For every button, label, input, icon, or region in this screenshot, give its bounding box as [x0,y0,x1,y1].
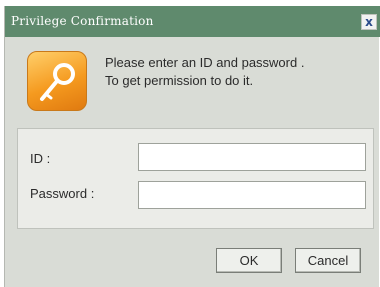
credentials-form: ID : Password : [17,128,374,229]
key-icon [27,51,87,111]
password-input[interactable] [138,181,366,209]
message-line-1: Please enter an ID and password . [105,55,305,70]
window-title: Privilege Confirmation [11,14,154,28]
close-button[interactable]: x [361,14,377,30]
instruction-message: Please enter an ID and password . To get… [105,54,304,90]
id-label: ID : [30,151,51,166]
privilege-confirmation-dialog: Privilege Confirmation x Please enter an… [4,6,380,287]
close-icon: x [365,15,373,29]
message-line-2: To get permission to do it. [105,73,254,88]
title-bar[interactable]: Privilege Confirmation x [5,6,380,37]
id-input[interactable] [138,143,366,171]
password-label: Password : [30,186,95,201]
cancel-button[interactable]: Cancel [295,248,361,273]
ok-button[interactable]: OK [216,248,282,273]
